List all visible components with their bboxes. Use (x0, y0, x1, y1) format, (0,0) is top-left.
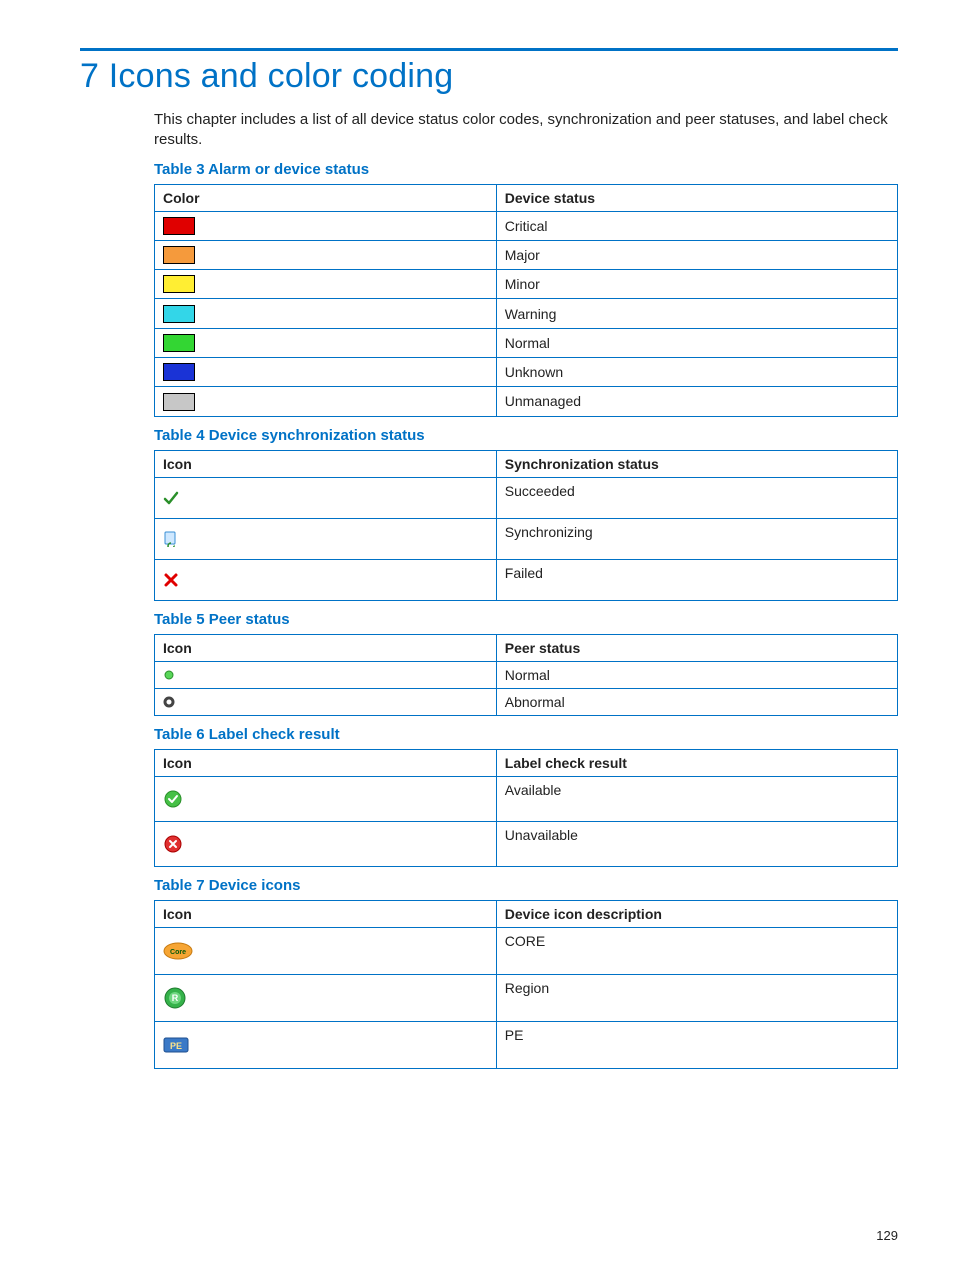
table-row: Succeeded (155, 477, 898, 518)
table3: Color Device status CriticalMajorMinorWa… (154, 184, 898, 417)
table5-col1-header: Icon (155, 634, 497, 661)
status-cell: Normal (496, 328, 897, 357)
color-swatch-cell (155, 240, 497, 269)
table-row: Synchronizing (155, 518, 898, 559)
table-row: Unavailable (155, 821, 898, 866)
status-cell: Normal (496, 661, 897, 688)
table-row: Critical (155, 211, 898, 240)
status-cell: Unmanaged (496, 387, 897, 416)
status-cell: Major (496, 240, 897, 269)
table6-col2-header: Label check result (496, 749, 897, 776)
svg-text:PE: PE (170, 1041, 182, 1051)
color-swatch-cell (155, 328, 497, 357)
top-rule (80, 48, 898, 51)
color-swatch (163, 217, 195, 235)
table-row: Major (155, 240, 898, 269)
status-cell: Abnormal (496, 688, 897, 715)
table7-col1-header: Icon (155, 900, 497, 927)
status-cell: Failed (496, 559, 897, 600)
page-number: 129 (876, 1228, 898, 1243)
table-header-row: Icon Synchronization status (155, 450, 898, 477)
status-cell: Minor (496, 270, 897, 299)
check-green (155, 477, 497, 518)
table-header-row: Icon Peer status (155, 634, 898, 661)
badge-check-green (155, 776, 497, 821)
table4-caption: Table 4 Device synchronization status (154, 427, 898, 444)
status-cell: Unknown (496, 357, 897, 386)
table5-col2-header: Peer status (496, 634, 897, 661)
region-icon: R (155, 974, 497, 1021)
table3-caption: Table 3 Alarm or device status (154, 161, 898, 178)
color-swatch-cell (155, 270, 497, 299)
table6-caption: Table 6 Label check result (154, 726, 898, 743)
table6: Icon Label check result AvailableUnavail… (154, 749, 898, 867)
table-row: Minor (155, 270, 898, 299)
color-swatch (163, 363, 195, 381)
color-swatch (163, 246, 195, 264)
svg-text:Core: Core (170, 949, 186, 956)
color-swatch (163, 334, 195, 352)
table7-col2-header: Device icon description (496, 900, 897, 927)
table-header-row: Icon Label check result (155, 749, 898, 776)
status-cell: PE (496, 1021, 897, 1068)
table5: Icon Peer status NormalAbnormal (154, 634, 898, 716)
table-row: Unknown (155, 357, 898, 386)
status-cell: Unavailable (496, 821, 897, 866)
table7: Icon Device icon description Core CORE R Re… (154, 900, 898, 1069)
page: 7 Icons and color coding This chapter in… (0, 0, 954, 1271)
content-block: This chapter includes a list of all devi… (154, 110, 898, 1069)
pe-icon: PE (155, 1021, 497, 1068)
color-swatch-cell (155, 211, 497, 240)
status-cell: Warning (496, 299, 897, 328)
color-swatch (163, 393, 195, 411)
status-cell: Synchronizing (496, 518, 897, 559)
intro-paragraph: This chapter includes a list of all devi… (154, 110, 898, 151)
table4-col2-header: Synchronization status (496, 450, 897, 477)
table-header-row: Color Device status (155, 184, 898, 211)
sync-doc (155, 518, 497, 559)
table3-col2-header: Device status (496, 184, 897, 211)
badge-x-red (155, 821, 497, 866)
table-row: Available (155, 776, 898, 821)
table-row: Unmanaged (155, 387, 898, 416)
table3-col1-header: Color (155, 184, 497, 211)
table4: Icon Synchronization status SucceededSyn… (154, 450, 898, 601)
table6-col1-header: Icon (155, 749, 497, 776)
table7-caption: Table 7 Device icons (154, 877, 898, 894)
table-row: PE PE (155, 1021, 898, 1068)
table-row: Warning (155, 299, 898, 328)
table-header-row: Icon Device icon description (155, 900, 898, 927)
table-row: Core CORE (155, 927, 898, 974)
color-swatch-cell (155, 299, 497, 328)
dot-green (155, 661, 497, 688)
x-red (155, 559, 497, 600)
table-row: Normal (155, 328, 898, 357)
color-swatch-cell (155, 357, 497, 386)
core-icon: Core (155, 927, 497, 974)
table-row: Normal (155, 661, 898, 688)
color-swatch-cell (155, 387, 497, 416)
table-row: R Region (155, 974, 898, 1021)
status-cell: Succeeded (496, 477, 897, 518)
status-cell: Critical (496, 211, 897, 240)
ring-dark (155, 688, 497, 715)
page-title: 7 Icons and color coding (80, 57, 898, 96)
table-row: Failed (155, 559, 898, 600)
color-swatch (163, 305, 195, 323)
table-row: Abnormal (155, 688, 898, 715)
table5-caption: Table 5 Peer status (154, 611, 898, 628)
color-swatch (163, 275, 195, 293)
status-cell: Region (496, 974, 897, 1021)
svg-text:R: R (172, 993, 179, 1003)
table4-col1-header: Icon (155, 450, 497, 477)
status-cell: Available (496, 776, 897, 821)
status-cell: CORE (496, 927, 897, 974)
